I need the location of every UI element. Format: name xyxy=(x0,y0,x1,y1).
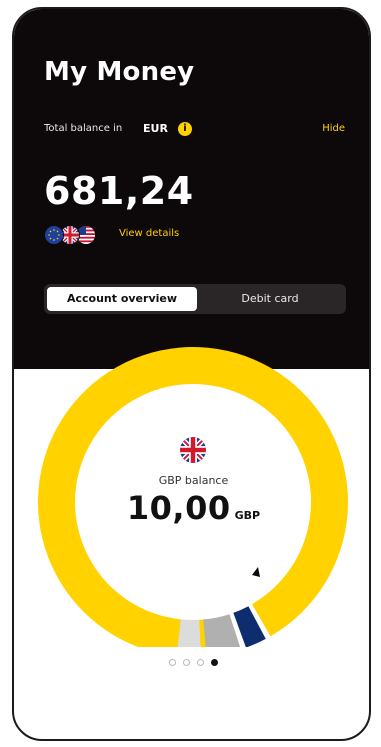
balance-amount: 10,00 GBP xyxy=(14,489,369,527)
balance-amount-currency: GBP xyxy=(234,509,261,522)
info-icon[interactable]: i xyxy=(178,122,192,136)
pager-dot[interactable] xyxy=(197,659,204,666)
phone-frame: My Money Total balance in EUR i Hide 681… xyxy=(12,7,371,741)
view-details-link[interactable]: View details xyxy=(119,228,179,239)
pager-dot[interactable] xyxy=(169,659,176,666)
segment-marker-icon xyxy=(252,567,260,577)
total-balance-row: Total balance in EUR i Hide xyxy=(44,122,349,140)
total-balance-label: Total balance in xyxy=(44,123,123,134)
pager-dot[interactable] xyxy=(183,659,190,666)
balance-amount-value: 10,00 xyxy=(126,489,231,527)
total-balance-amount: 681,24 xyxy=(44,169,194,213)
balance-currency: EUR xyxy=(143,122,168,135)
balance-donut[interactable]: GBP balance 10,00 GBP xyxy=(14,337,369,647)
carousel-pager xyxy=(169,659,229,669)
donut-segment-grey xyxy=(203,614,241,647)
donut-segment-light-grey xyxy=(177,619,201,647)
page-title: My Money xyxy=(44,57,195,87)
pager-dot-active[interactable] xyxy=(211,659,218,666)
header-panel: My Money Total balance in EUR i Hide 681… xyxy=(14,9,369,369)
eu-flag-icon xyxy=(44,225,64,245)
view-toggle: Account overview Debit card xyxy=(44,284,346,314)
currency-flags[interactable] xyxy=(44,225,104,245)
balance-label: GBP balance xyxy=(158,474,229,487)
tab-account-overview[interactable]: Account overview xyxy=(47,287,197,311)
tab-debit-card[interactable]: Debit card xyxy=(197,287,343,311)
gbp-flag-icon xyxy=(180,437,206,463)
hide-balance-link[interactable]: Hide xyxy=(322,123,345,134)
